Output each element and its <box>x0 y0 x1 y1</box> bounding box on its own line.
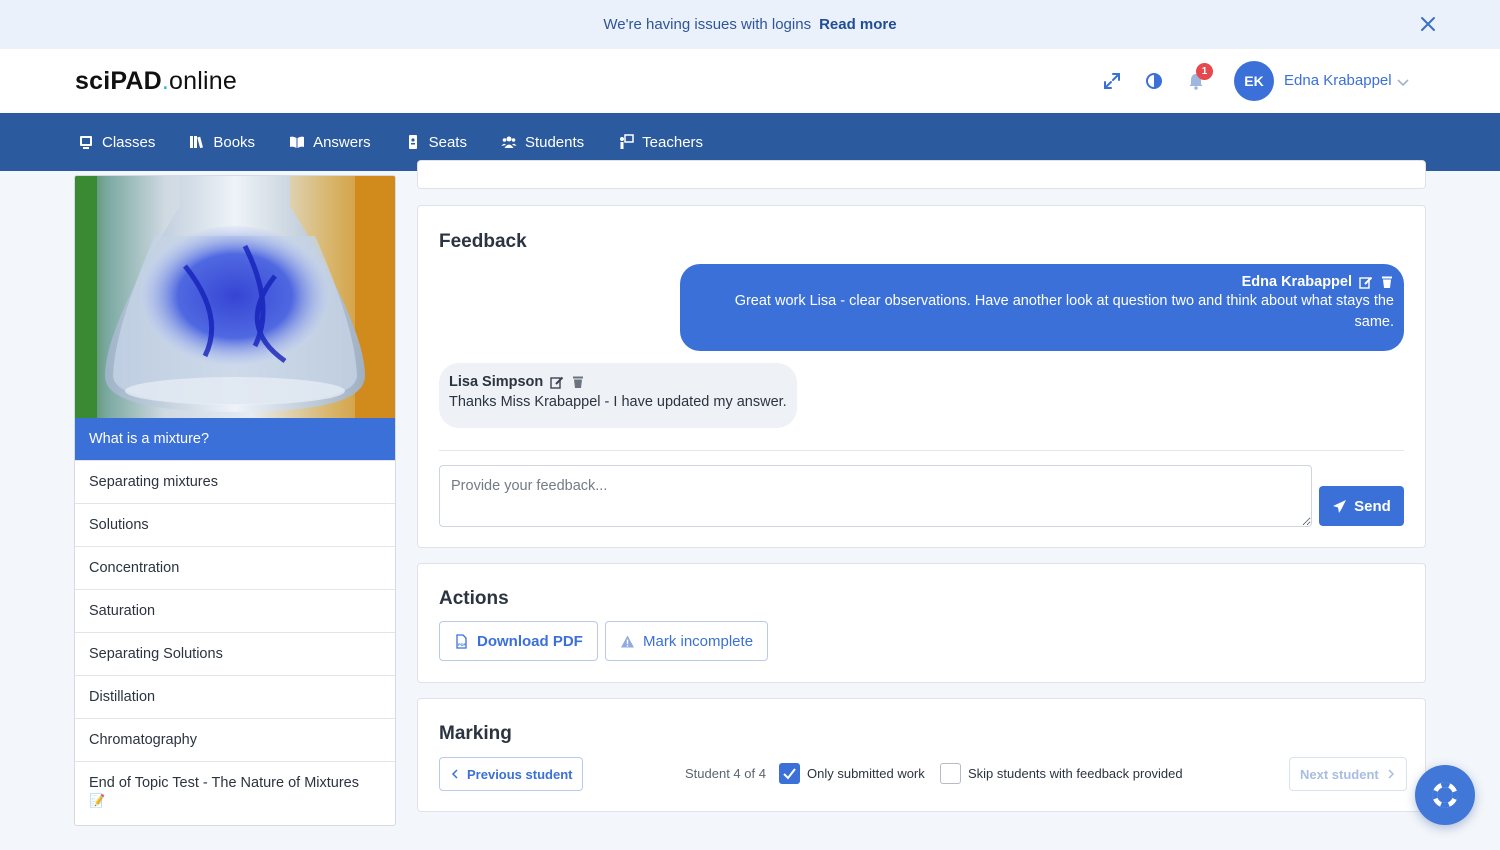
sidebar-item-separating-solutions[interactable]: Separating Solutions <box>75 632 395 675</box>
feedback-input[interactable] <box>439 465 1312 527</box>
chevron-left-icon <box>451 769 458 779</box>
feedback-title: Feedback <box>439 231 527 252</box>
sidebar-item-end-of-topic-test[interactable]: End of Topic Test - The Nature of Mixtur… <box>75 761 395 825</box>
help-button[interactable] <box>1415 765 1475 825</box>
feedback-divider <box>439 450 1404 451</box>
memo-icon: 📝 <box>89 793 106 808</box>
edit-icon[interactable] <box>1359 275 1373 289</box>
announcement-banner: We're having issues with logins Read mor… <box>0 0 1500 49</box>
skip-feedback-checkbox[interactable] <box>940 763 961 784</box>
expand-icon[interactable] <box>1102 71 1122 91</box>
lesson-sidebar: What is a mixture? Separating mixtures S… <box>74 175 396 826</box>
actions-card: Actions PDF Download PDF Mark incomplete <box>417 563 1426 683</box>
sidebar-item-distillation[interactable]: Distillation <box>75 675 395 718</box>
trash-icon[interactable] <box>1380 275 1394 289</box>
close-icon[interactable] <box>1418 14 1438 34</box>
user-menu-name[interactable]: Edna Krabappel <box>1284 72 1392 89</box>
student-message: Lisa Simpson Thanks Miss Krabappel - I h… <box>439 363 797 428</box>
sidebar-item-label: End of Topic Test - The Nature of Mixtur… <box>89 775 359 791</box>
previous-card-bottom <box>417 160 1426 189</box>
send-button[interactable]: Send <box>1319 486 1404 526</box>
sidebar-item-solutions[interactable]: Solutions <box>75 503 395 546</box>
banner-read-more-link[interactable]: Read more <box>819 16 897 33</box>
next-student-button[interactable]: Next student <box>1289 757 1407 791</box>
books-icon <box>190 136 204 149</box>
warning-icon <box>621 635 634 647</box>
avatar[interactable]: EK <box>1234 61 1274 101</box>
sidebar-item-what-is-a-mixture[interactable]: What is a mixture? <box>75 418 395 460</box>
feedback-card: Feedback Edna Krabappel Great work Lisa … <box>417 205 1426 548</box>
nav-item-classes[interactable]: Classes <box>78 134 155 151</box>
message-author: Edna Krabappel <box>1241 274 1352 290</box>
marking-card: Marking Previous student Student 4 of 4 … <box>417 698 1426 812</box>
top-header: sciPAD.online 1 EK Edna Krabappel <box>0 49 1500 113</box>
student-counter: Student 4 of 4 <box>685 766 766 781</box>
pdf-file-icon: PDF <box>456 633 467 649</box>
sidebar-item-chromatography[interactable]: Chromatography <box>75 718 395 761</box>
chevron-down-icon[interactable] <box>1396 75 1410 89</box>
contrast-icon[interactable] <box>1144 71 1164 91</box>
chevron-right-icon <box>1388 769 1394 779</box>
open-book-icon <box>290 136 305 148</box>
flask-image <box>75 176 395 418</box>
nav-item-students[interactable]: Students <box>501 134 584 151</box>
id-card-icon <box>408 135 417 149</box>
actions-title: Actions <box>439 588 509 609</box>
mark-incomplete-button[interactable]: Mark incomplete <box>605 621 769 661</box>
svg-text:PDF: PDF <box>458 642 467 647</box>
lesson-hero-image <box>75 176 395 418</box>
checkmark-icon <box>783 768 796 780</box>
sidebar-item-separating-mixtures[interactable]: Separating mixtures <box>75 460 395 503</box>
users-icon <box>501 136 517 148</box>
paper-plane-icon <box>1333 499 1347 513</box>
monitor-icon <box>80 136 92 149</box>
lifebuoy-icon <box>1432 782 1458 808</box>
teacher-icon <box>620 134 634 149</box>
message-text: Great work Lisa - clear observations. Ha… <box>734 293 1394 330</box>
nav-item-answers[interactable]: Answers <box>289 134 371 151</box>
nav-item-books[interactable]: Books <box>189 134 255 151</box>
sidebar-item-saturation[interactable]: Saturation <box>75 589 395 632</box>
skip-feedback-label: Skip students with feedback provided <box>968 766 1183 781</box>
message-text: Thanks Miss Krabappel - I have updated m… <box>449 394 787 410</box>
notification-badge: 1 <box>1196 63 1213 80</box>
message-author: Lisa Simpson <box>449 374 544 390</box>
only-submitted-checkbox[interactable] <box>779 763 800 784</box>
sciPAD-logo[interactable]: sciPAD.online <box>75 67 237 96</box>
trash-icon[interactable] <box>571 375 585 389</box>
only-submitted-label: Only submitted work <box>807 766 925 781</box>
download-pdf-button[interactable]: PDF Download PDF <box>439 621 598 661</box>
nav-item-seats[interactable]: Seats <box>405 134 467 151</box>
edit-icon[interactable] <box>550 375 564 389</box>
nav-item-teachers[interactable]: Teachers <box>618 134 703 151</box>
teacher-message: Edna Krabappel Great work Lisa - clear o… <box>680 264 1404 351</box>
marking-title: Marking <box>439 723 512 744</box>
previous-student-button[interactable]: Previous student <box>439 757 584 791</box>
banner-message: We're having issues with logins <box>603 16 812 33</box>
sidebar-item-concentration[interactable]: Concentration <box>75 546 395 589</box>
